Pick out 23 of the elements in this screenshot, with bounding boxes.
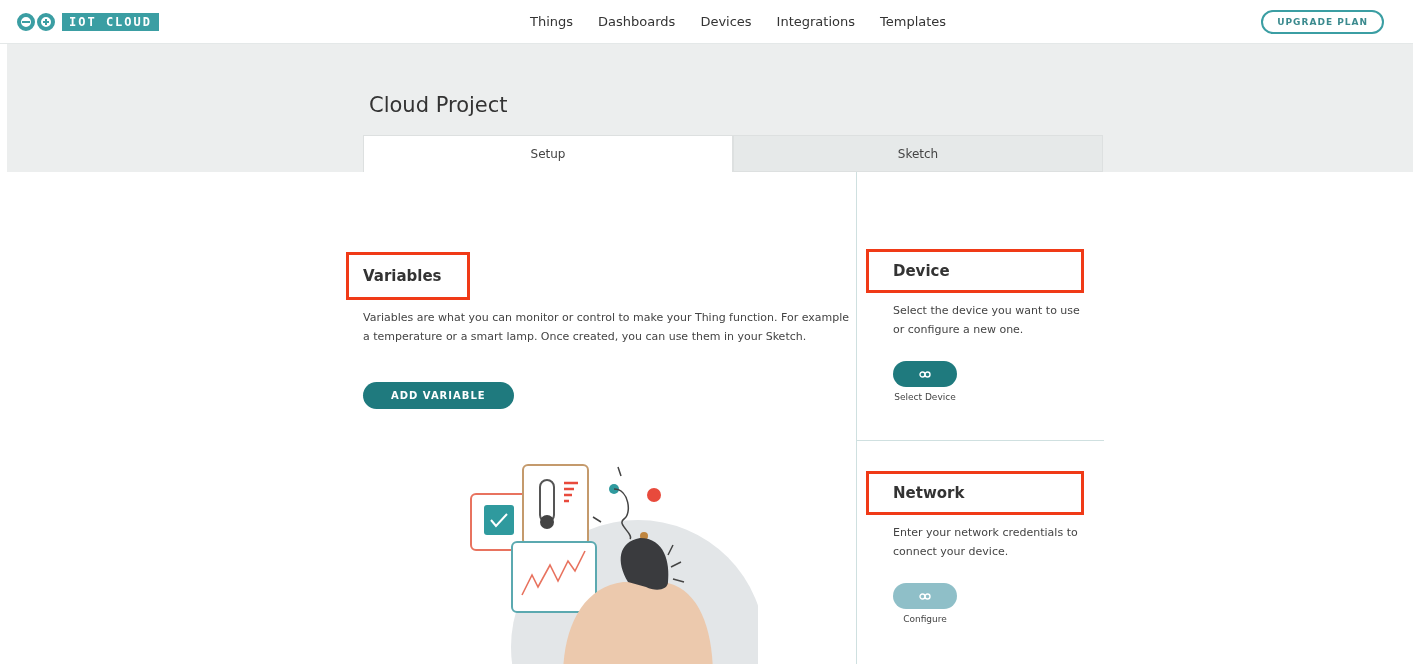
upgrade-button[interactable]: UPGRADE PLAN <box>1261 9 1384 34</box>
nav-link[interactable]: Dashboards <box>598 14 676 29</box>
infinity-logo-icon <box>16 12 56 31</box>
section-heading: Network <box>866 471 1084 515</box>
section-description: Enter your network credentials to connect your device. <box>893 525 1079 560</box>
add-variable-button[interactable]: ADD VARIABLE <box>363 382 514 409</box>
button-caption: Configure <box>902 614 948 624</box>
section-description: Select the device you want to use or configure a new one. <box>893 303 1081 338</box>
nav-link[interactable]: Templates <box>880 14 947 29</box>
nav-link[interactable]: Things <box>530 14 574 29</box>
project-title: Cloud Project <box>369 93 509 117</box>
tab[interactable]: Setup <box>363 135 733 172</box>
nav-link[interactable]: Integrations <box>776 14 855 29</box>
nav-link[interactable]: Devices <box>700 14 752 29</box>
section-heading: Device <box>866 249 1084 293</box>
section-heading: Variables <box>346 252 470 300</box>
link-icon <box>919 370 931 378</box>
link-button[interactable] <box>893 361 957 387</box>
section-description: Variables are what you can monitor or control to make your Thing function. For example a temperature or a smart lamp. Once created, you can use them in your Sketch. <box>363 310 851 345</box>
button-caption: Select Device <box>893 392 957 402</box>
link-icon <box>919 592 931 600</box>
logo-text: IOT CLOUD <box>62 12 160 31</box>
tab[interactable]: Sketch <box>733 135 1103 172</box>
